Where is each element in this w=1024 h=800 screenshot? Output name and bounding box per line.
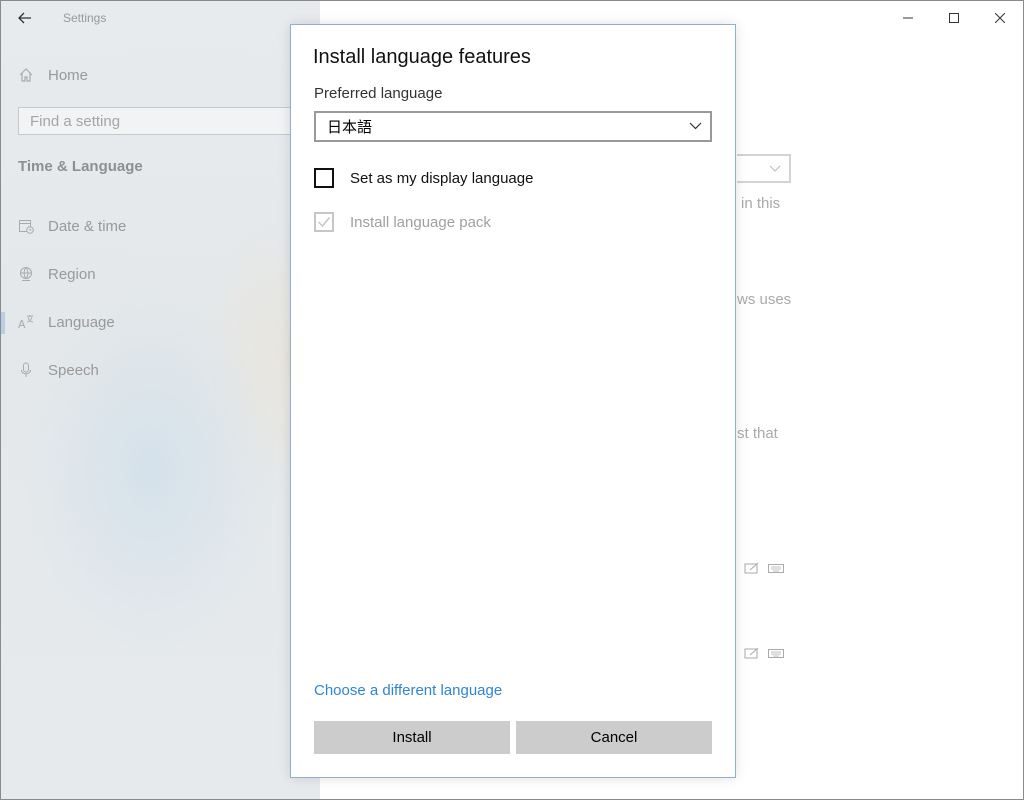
background-dropdown[interactable]	[737, 154, 791, 183]
display-language-option[interactable]: Set as my display language	[314, 167, 533, 189]
install-pack-option: Install language pack	[314, 211, 491, 233]
dialog-title: Install language features	[313, 46, 531, 68]
microphone-icon	[17, 361, 35, 379]
sidebar-item-label: Speech	[48, 361, 99, 379]
language-feature-icons	[744, 562, 784, 574]
sidebar-item-label: Language	[48, 313, 115, 331]
install-pack-checkbox	[314, 212, 334, 232]
selected-language: 日本語	[327, 119, 373, 136]
display-language-label: Set as my display language	[350, 169, 534, 187]
install-button[interactable]: Install	[314, 721, 510, 754]
checkmark-icon	[317, 217, 331, 228]
display-language-checkbox[interactable]	[314, 168, 334, 188]
background-text: ws uses	[737, 291, 792, 308]
background-text: in this	[741, 195, 781, 212]
keyboard-icon	[768, 649, 784, 658]
active-indicator	[1, 312, 5, 334]
settings-window: Settings Home Time & Language Date & tim…	[0, 0, 1024, 800]
keyboard-icon	[768, 564, 784, 573]
sidebar-item-date-time[interactable]: Date & time	[17, 215, 126, 237]
sidebar-item-label: Date & time	[48, 217, 127, 235]
preferred-language-label: Preferred language	[314, 85, 443, 102]
language-icon: A	[17, 313, 35, 331]
sidebar: Settings Home Time & Language Date & tim…	[1, 1, 320, 799]
language-feature-icons	[744, 647, 784, 659]
background-text: st that	[737, 425, 778, 442]
app-title: Settings	[63, 11, 107, 25]
nav-home[interactable]: Home	[17, 64, 88, 86]
cancel-button[interactable]: Cancel	[516, 721, 712, 754]
globe-icon	[17, 265, 35, 283]
handwriting-icon	[744, 647, 759, 659]
sidebar-item-label: Region	[48, 265, 96, 283]
chevron-down-icon	[689, 122, 702, 130]
sidebar-item-region[interactable]: Region	[17, 263, 96, 285]
section-title: Time & Language	[18, 158, 143, 175]
back-button[interactable]	[13, 7, 37, 29]
choose-different-language-link[interactable]: Choose a different language	[314, 682, 502, 699]
preferred-language-select[interactable]: 日本語	[314, 111, 712, 142]
nav-home-label: Home	[48, 66, 89, 84]
title-bar: Settings	[1, 1, 320, 35]
svg-text:A: A	[18, 318, 26, 330]
search-input[interactable]	[19, 108, 290, 134]
search-box[interactable]	[18, 107, 318, 135]
background-content: in this ws uses st that	[737, 1, 1023, 799]
home-icon	[17, 66, 35, 84]
chevron-down-icon	[769, 165, 781, 172]
date-time-icon	[17, 217, 35, 235]
sidebar-item-speech[interactable]: Speech	[17, 359, 99, 381]
install-pack-label: Install language pack	[350, 213, 491, 231]
sidebar-item-language[interactable]: A Language	[17, 311, 115, 333]
install-language-dialog: Install language features Preferred lang…	[290, 24, 736, 778]
handwriting-icon	[744, 562, 759, 574]
back-arrow-icon	[18, 12, 31, 24]
